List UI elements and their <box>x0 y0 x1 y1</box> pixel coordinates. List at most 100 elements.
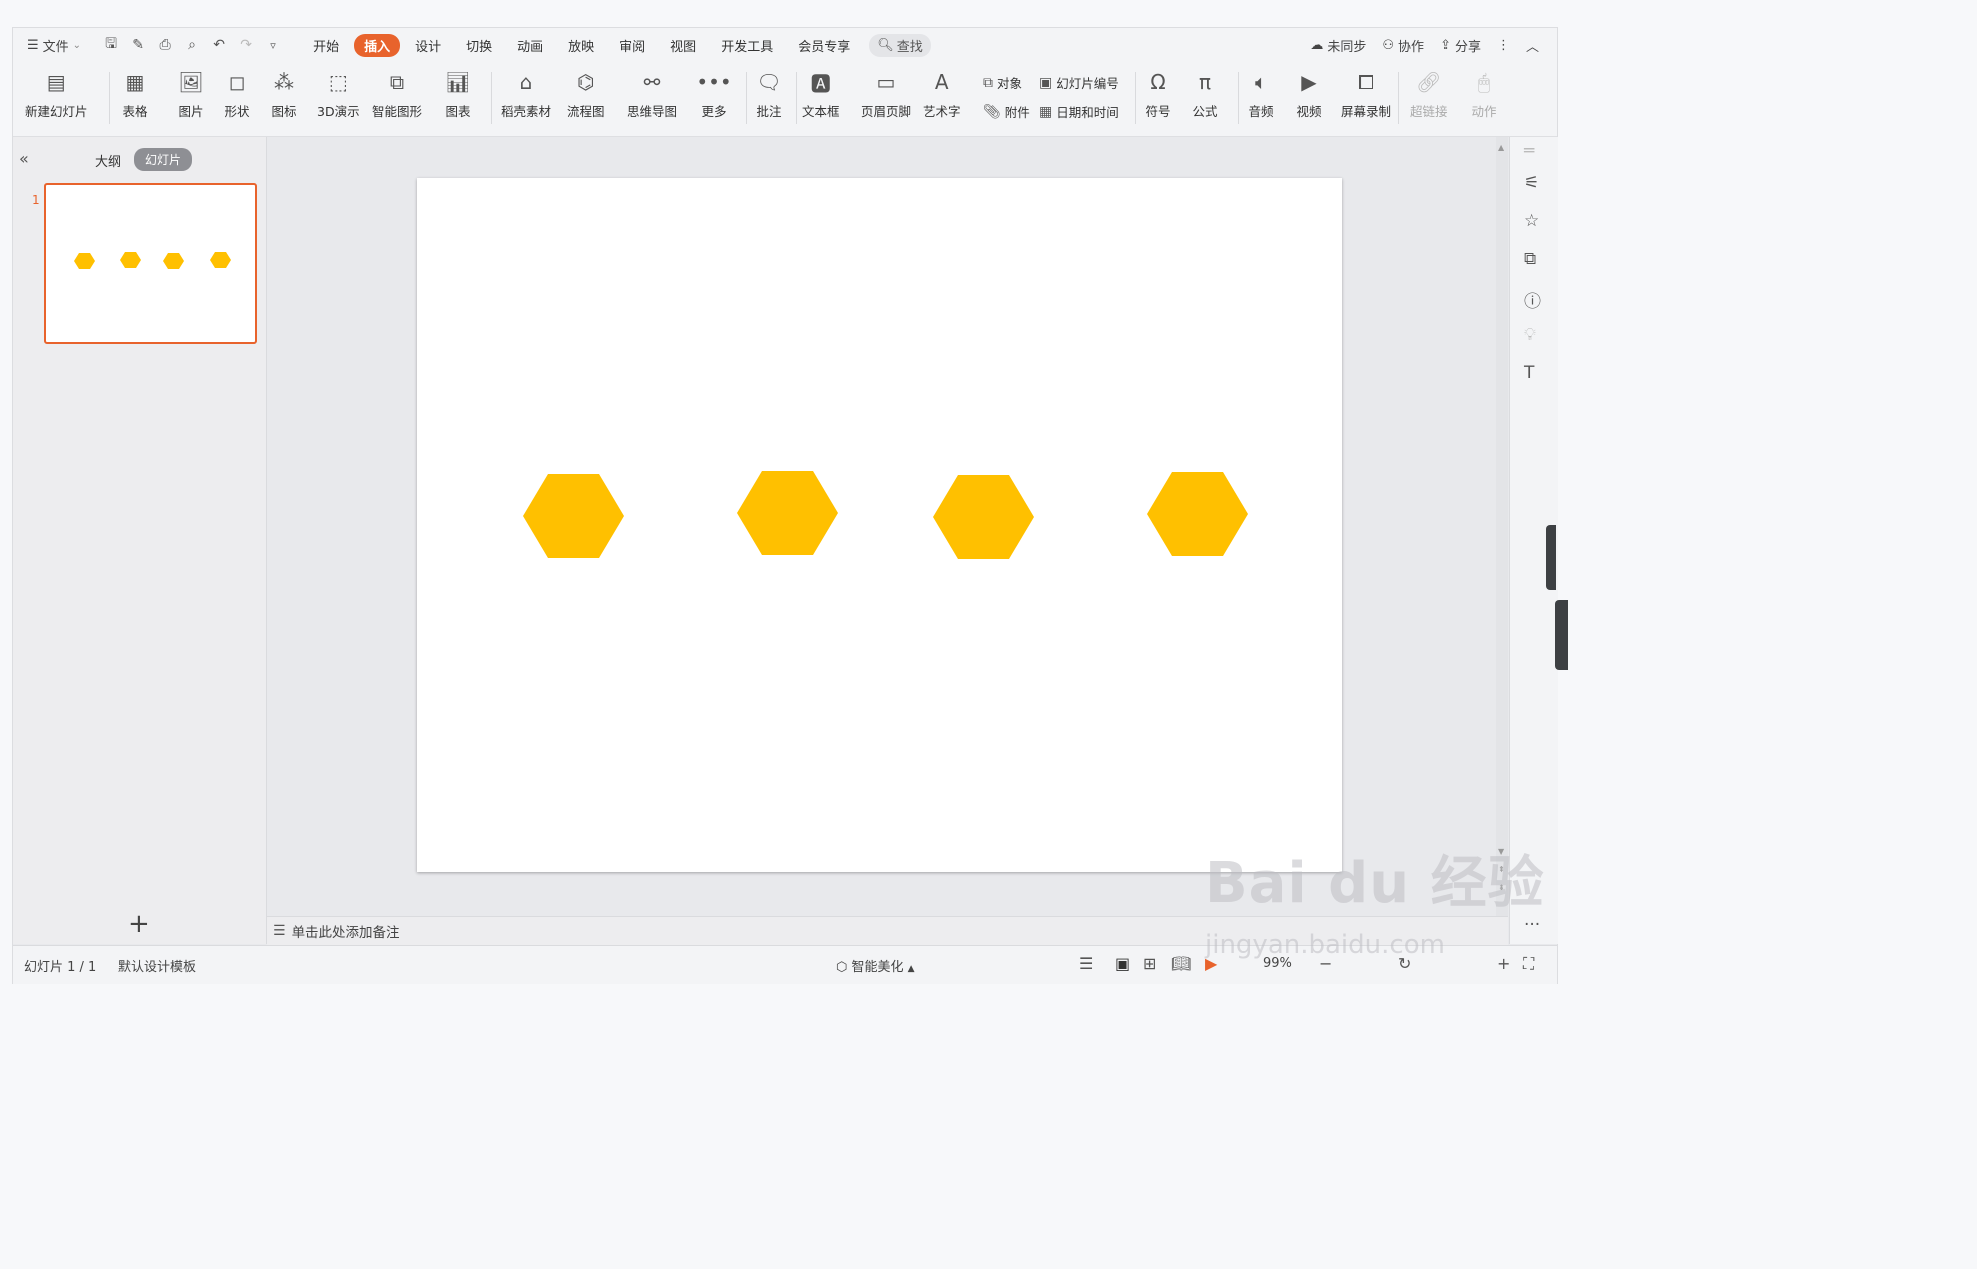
object-button[interactable]: ⧉ 对象 <box>983 73 1022 92</box>
properties-icon[interactable]: ⚟ <box>1524 173 1539 193</box>
slide-number-button[interactable]: ▣ 幻灯片编号 <box>1039 73 1119 92</box>
action-button[interactable]: 🖱︎ 动作 <box>1470 68 1498 120</box>
icon-button[interactable]: ⁂ 图标 <box>270 68 298 120</box>
share-button[interactable]: ⇪ 分享 <box>1440 36 1481 55</box>
print-icon[interactable]: ⎙ <box>157 37 173 53</box>
wordart-button[interactable]: A 艺术字 <box>923 68 961 120</box>
comment-button[interactable]: 🗨︎ 批注 <box>755 68 783 120</box>
menubar: ☰ 文件 ⌄ 🖫 ✎ ⎙ ⌕ ↶ ↷ ▿ 开始 插入 设计 切换 动画 放映 审… <box>13 28 1557 62</box>
side-drawer-tab[interactable] <box>1546 525 1556 590</box>
tab-view[interactable]: 视图 <box>660 34 706 57</box>
table-button[interactable]: ▦ 表格 <box>121 68 149 120</box>
sync-button[interactable]: ☁ 未同步 <box>1310 36 1366 55</box>
lightbulb-icon[interactable]: 💡︎ <box>1524 325 1536 345</box>
hyperlink-button[interactable]: 🔗︎ 超链接 <box>1410 68 1448 120</box>
flowchart-button[interactable]: ⌬ 流程图 <box>567 68 605 120</box>
slide-number-icon: ▣ <box>1039 74 1053 91</box>
slide-canvas[interactable] <box>417 178 1342 872</box>
chevron-down-icon: ⌄ <box>72 39 82 51</box>
undo-icon[interactable]: ↶ <box>211 37 227 53</box>
screen-record-button[interactable]: ⧠ 屏幕录制 <box>1341 68 1391 120</box>
tab-slideshow[interactable]: 放映 <box>558 34 604 57</box>
vertical-scrollbar[interactable]: ▲ ▼ ⇞ ⇟ <box>1496 137 1508 916</box>
file-menu[interactable]: ☰ 文件 ⌄ <box>27 36 81 55</box>
slide-thumbnail[interactable] <box>44 183 257 344</box>
collapse-panel-icon[interactable]: « <box>19 149 29 168</box>
format-painter-icon[interactable]: ✎ <box>130 37 146 53</box>
more-vertical-icon[interactable]: ⋮ <box>1497 38 1510 53</box>
hexagon-shape[interactable] <box>523 474 624 558</box>
print-preview-icon[interactable]: ⌕ <box>184 37 200 53</box>
tab-animation[interactable]: 动画 <box>507 34 553 57</box>
picture-button[interactable]: 🖼︎ 图片 <box>177 68 205 120</box>
smartart-button[interactable]: ⧉ 智能图形 <box>372 68 422 120</box>
add-slide-icon[interactable]: + <box>128 909 150 939</box>
transform-icon[interactable]: ⧉ <box>1524 249 1536 269</box>
thumb-hexagon <box>163 253 184 269</box>
wordart-icon: A <box>934 70 949 94</box>
scroll-up-icon[interactable]: ▲ <box>1498 143 1504 152</box>
textbox-button[interactable]: 🅰︎ 文本框 <box>802 68 840 120</box>
hexagon-shape[interactable] <box>737 471 838 555</box>
save-icon[interactable]: 🖫 <box>103 33 119 57</box>
3d-demo-button[interactable]: ⬚ 3D演示 <box>317 68 360 120</box>
beautify-label: 智能美化 <box>851 960 904 975</box>
editing-canvas <box>267 137 1508 916</box>
notes-toggle-icon[interactable]: ☰ <box>1079 954 1093 973</box>
calendar-icon: ▦ <box>1039 103 1053 120</box>
datetime-label: 日期和时间 <box>1056 105 1119 120</box>
tab-developer[interactable]: 开发工具 <box>711 34 783 57</box>
tab-transition[interactable]: 切换 <box>456 34 502 57</box>
template-name[interactable]: 默认设计模板 <box>118 956 196 975</box>
tab-home[interactable]: 开始 <box>303 34 349 57</box>
hexagon-shape[interactable] <box>1147 472 1248 556</box>
action-label: 动作 <box>1471 104 1497 119</box>
picture-icon: 🖼︎ <box>178 70 204 94</box>
audio-button[interactable]: 🔈︎ 音频 <box>1247 68 1275 120</box>
user-icon: ⚇ <box>1382 37 1395 53</box>
redo-icon[interactable]: ↷ <box>238 37 254 53</box>
new-slide-button[interactable]: ▤ 新建幻灯片 <box>25 68 88 120</box>
tab-review[interactable]: 审阅 <box>609 34 655 57</box>
chart-button[interactable]: 📊︎ 图表 <box>444 68 472 120</box>
more-button[interactable]: ••• 更多 <box>696 68 731 120</box>
material-button[interactable]: ⌂ 稻壳素材 <box>501 68 551 120</box>
customize-icon[interactable]: ▿ <box>265 39 281 52</box>
star-icon[interactable]: ☆ <box>1524 211 1539 231</box>
zoom-in-icon[interactable]: + <box>1497 954 1510 973</box>
mindmap-button[interactable]: ⚯ 思维导图 <box>627 68 677 120</box>
3d-demo-label: 3D演示 <box>317 104 360 119</box>
slides-tab[interactable]: 幻灯片 <box>134 148 193 171</box>
tab-design[interactable]: 设计 <box>405 34 451 57</box>
paperclip-icon: 📎︎ <box>983 103 1001 120</box>
datetime-button[interactable]: ▦ 日期和时间 <box>1039 102 1119 121</box>
tab-insert[interactable]: 插入 <box>354 33 401 57</box>
beautify-icon: ⬡ <box>836 960 848 975</box>
normal-view-icon[interactable]: ▣ <box>1115 954 1130 973</box>
hexagon-shape[interactable] <box>933 475 1034 559</box>
side-drawer-tab[interactable] <box>1555 600 1568 670</box>
comment-icon: 🗨︎ <box>756 70 782 94</box>
symbol-button[interactable]: Ω 符号 <box>1144 68 1172 120</box>
search-label: 查找 <box>896 39 923 55</box>
header-footer-button[interactable]: ▭ 页眉页脚 <box>861 68 911 120</box>
text-icon[interactable]: T <box>1524 363 1534 383</box>
video-label: 视频 <box>1296 104 1322 119</box>
fit-window-icon[interactable]: ⛶ <box>1523 954 1534 974</box>
search-button[interactable]: 🔍︎ 查找 <box>869 33 931 57</box>
reading-view-icon[interactable]: 📖︎ <box>1171 954 1191 973</box>
collapse-ribbon-icon[interactable]: ︿ <box>1526 36 1539 55</box>
video-button[interactable]: ▶ 视频 <box>1295 68 1323 120</box>
search-icon: 🔍︎ <box>877 37 894 53</box>
slide-number-label: 幻灯片编号 <box>1056 76 1119 91</box>
attachment-button[interactable]: 📎︎ 附件 <box>983 102 1030 121</box>
shape-button[interactable]: ◻ 形状 <box>223 68 251 120</box>
collab-button[interactable]: ⚇ 协作 <box>1382 36 1424 55</box>
grid-view-icon[interactable]: ⊞ <box>1143 954 1156 973</box>
tab-member[interactable]: 会员专享 <box>788 34 860 57</box>
beautify-button[interactable]: ⬡ 智能美化 ▲ <box>836 956 915 975</box>
formula-button[interactable]: π 公式 <box>1191 68 1219 120</box>
help-icon[interactable]: ⓘ <box>1524 287 1541 312</box>
slide-number: 1 <box>32 193 40 207</box>
outline-tab[interactable]: 大纲 <box>95 151 121 170</box>
